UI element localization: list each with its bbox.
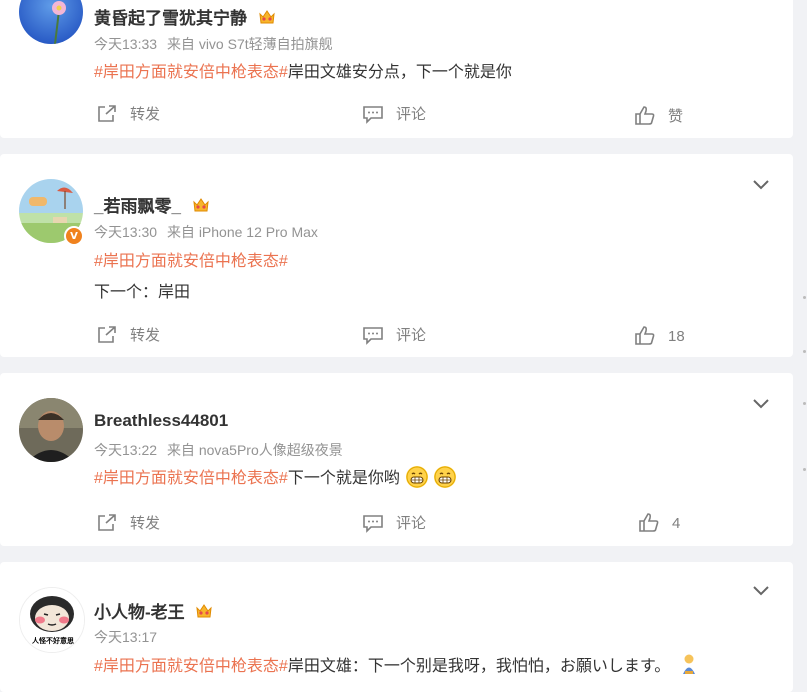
scroll-indicator [803,468,806,471]
post-content: #岸田方面就安倍中枪表态#岸田文雄安分点，下一个就是你 [94,58,512,82]
post-content: #岸田方面就安倍中枪表态#下一个就是你哟 [94,464,457,488]
post-source: 来自 vivo S7t轻薄自拍旗舰 [166,36,333,52]
comment-icon [363,105,383,124]
post-time[interactable]: 今天13:22 [94,442,157,458]
grin-emoji-icon [434,466,457,488]
chevron-down-icon[interactable] [752,584,770,596]
post-content: #岸田方面就安倍中枪表态# [94,247,288,271]
comment-icon [363,326,383,345]
post-meta: 今天13:22 来自 nova5Pro人像超级夜景 [94,440,349,460]
verified-badge: V [64,226,84,246]
praying-figure-emoji-icon [682,654,695,674]
topic-tag[interactable]: #岸田方面就安倍中枪表态# [94,658,288,675]
scroll-indicator [803,296,806,299]
post-time[interactable]: 今天13:30 [94,224,157,240]
chevron-down-icon[interactable] [752,178,770,190]
avatar[interactable] [19,0,83,44]
post-text: 岸田文雄安分点，下一个就是你 [287,64,512,81]
topic-tag[interactable]: #岸田方面就安倍中枪表态# [94,470,288,487]
thumbs-up-icon [639,513,659,532]
post-meta: 今天13:33 来自 vivo S7t轻薄自拍旗舰 [94,34,339,54]
share-icon [98,513,116,531]
repost-button[interactable]: 转发 [96,324,160,345]
share-icon [98,325,116,343]
like-button[interactable]: 赞 [634,105,683,126]
username[interactable]: 黄昏起了雪犹其宁静 [94,4,276,29]
like-count: 18 [668,327,685,345]
crown-icon [259,10,275,24]
thumbs-up-icon [635,326,655,345]
crown-icon [193,198,209,212]
comment-button[interactable]: 评论 [362,512,426,533]
chevron-down-icon[interactable] [752,397,770,409]
thumbs-up-icon [635,105,655,125]
post-meta: 今天13:17 [94,627,163,647]
like-button[interactable]: 4 [638,513,680,533]
post-card: 黄昏起了雪犹其宁静 今天13:33 来自 vivo S7t轻薄自拍旗舰 #岸田方… [0,0,793,138]
post-text: 下一个就是你哟 [287,470,400,487]
like-button[interactable]: 18 [634,326,685,346]
username[interactable]: 小人物-老王 [94,598,213,623]
comment-button[interactable]: 评论 [362,103,426,124]
post-text: 岸田文雄：下一个别是我呀，我怕怕，お願いします。 [287,658,671,675]
post-meta: 今天13:30 来自 iPhone 12 Pro Max [94,222,324,242]
username[interactable]: _若雨飘零_ [94,192,210,217]
repost-button[interactable]: 转发 [96,103,160,124]
like-count: 4 [672,514,681,532]
share-icon [98,104,116,122]
comment-button[interactable]: 评论 [362,324,426,345]
comment-icon [363,514,383,533]
avatar-caption: 人怪不好意思 [32,637,74,645]
post-card: V _若雨飘零_ 今天13:30 来自 iPhone 12 Pro Max #岸… [0,154,793,357]
crown-icon [196,604,213,618]
grin-emoji-icon [406,466,429,488]
post-source: 来自 nova5Pro人像超级夜景 [166,442,343,458]
repost-button[interactable]: 转发 [96,512,160,533]
post-source: 来自 iPhone 12 Pro Max [166,224,318,240]
scroll-indicator [803,402,806,405]
topic-tag[interactable]: #岸田方面就安倍中枪表态# [94,253,288,270]
post-time[interactable]: 今天13:17 [94,629,157,645]
avatar[interactable] [19,398,83,462]
scroll-indicator [803,350,806,353]
username[interactable]: Breathless44801 [94,411,228,431]
post-text: 下一个：岸田 [94,284,191,301]
post-time[interactable]: 今天13:33 [94,36,157,52]
topic-tag[interactable]: #岸田方面就安倍中枪表态# [94,64,288,81]
post-card: Breathless44801 今天13:22 来自 nova5Pro人像超级夜… [0,373,793,546]
post-content: #岸田方面就安倍中枪表态#岸田文雄：下一个别是我呀，我怕怕，お願いします。 [94,652,699,676]
avatar[interactable]: 人怪不好意思 [19,587,85,653]
